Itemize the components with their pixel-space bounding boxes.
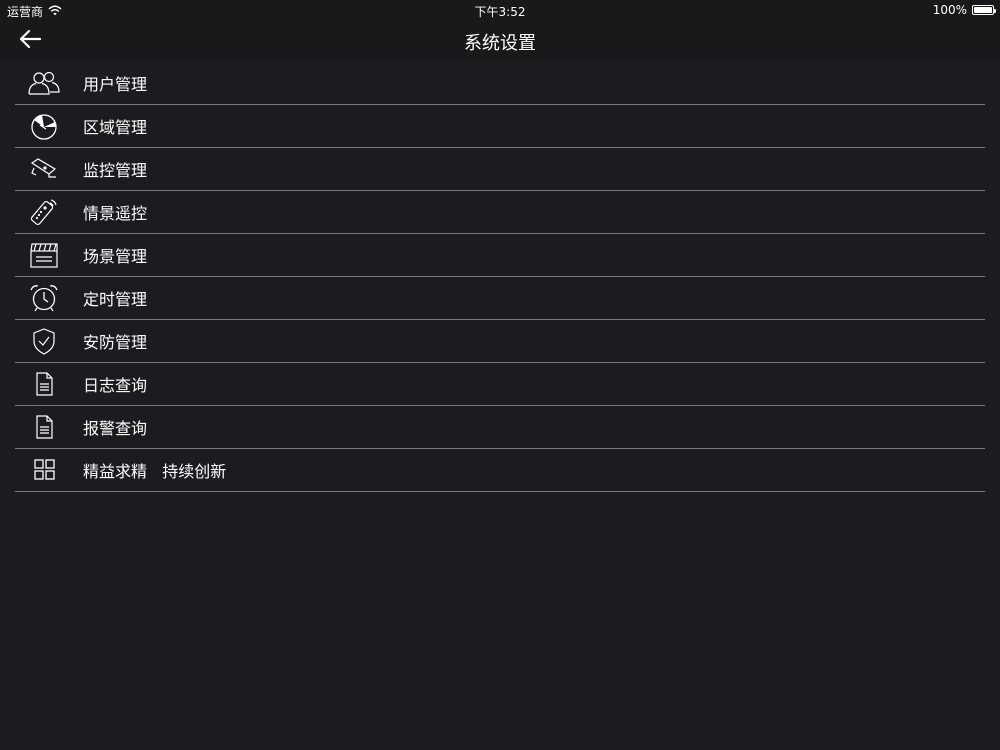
app-window: 运营商 下午3:52 100% 系统设置 用户管理 区域管理 监控管理 情景遥控…	[0, 0, 1000, 750]
camera-icon	[15, 148, 73, 190]
area-pie-icon	[15, 105, 73, 147]
menu-item-label: 用户管理	[83, 75, 148, 94]
menu-item-scene-management[interactable]: 场景管理	[15, 234, 985, 277]
users-icon	[15, 62, 73, 104]
settings-menu-list: 用户管理 区域管理 监控管理 情景遥控 场景管理 定时管理 安防管理 日志查询 …	[15, 62, 985, 492]
menu-item-scene-remote[interactable]: 情景遥控	[15, 191, 985, 234]
status-right: 100%	[932, 3, 996, 17]
menu-item-label: 日志查询	[83, 376, 148, 395]
menu-item-label: 精益求精 持续创新	[83, 462, 227, 481]
menu-item-label: 报警查询	[83, 419, 148, 438]
battery-icon	[972, 5, 996, 15]
menu-item-label: 场景管理	[83, 247, 148, 266]
menu-item-label: 情景遥控	[83, 204, 148, 223]
alarm-clock-icon	[15, 277, 73, 319]
status-time: 下午3:52	[474, 5, 526, 19]
menu-item-user-management[interactable]: 用户管理	[15, 62, 985, 105]
page-title: 系统设置	[464, 33, 536, 54]
menu-item-label: 安防管理	[83, 333, 148, 352]
document-icon	[15, 406, 73, 448]
menu-item-label: 定时管理	[83, 290, 148, 309]
menu-item-slogan[interactable]: 精益求精 持续创新	[15, 449, 985, 492]
clapperboard-icon	[15, 234, 73, 276]
menu-item-timer-management[interactable]: 定时管理	[15, 277, 985, 320]
menu-item-security-management[interactable]: 安防管理	[15, 320, 985, 363]
battery-fill	[974, 7, 992, 13]
navigation-bar: 系统设置	[0, 20, 1000, 62]
grid-icon	[15, 449, 73, 491]
remote-control-icon	[15, 191, 73, 233]
status-bar: 运营商 下午3:52 100%	[0, 0, 1000, 20]
menu-item-monitor-management[interactable]: 监控管理	[15, 148, 985, 191]
menu-item-alarm-query[interactable]: 报警查询	[15, 406, 985, 449]
menu-item-log-query[interactable]: 日志查询	[15, 363, 985, 406]
menu-item-area-management[interactable]: 区域管理	[15, 105, 985, 148]
battery-percent: 100%	[932, 3, 967, 17]
shield-check-icon	[15, 320, 73, 362]
menu-item-label: 监控管理	[83, 161, 148, 180]
document-icon	[15, 363, 73, 405]
menu-item-label: 区域管理	[83, 118, 148, 137]
